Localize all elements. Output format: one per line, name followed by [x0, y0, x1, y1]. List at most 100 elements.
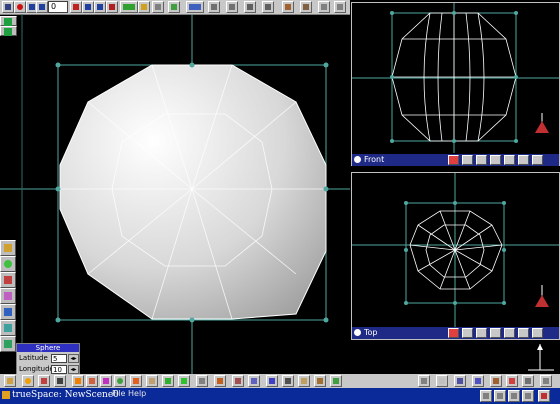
viewport-menu-icon[interactable] [354, 156, 361, 163]
cylinder-icon[interactable] [130, 375, 142, 387]
world-axes-icon [528, 344, 554, 371]
sphere-panel-title: Sphere [17, 344, 79, 352]
plant-icon[interactable] [330, 375, 342, 387]
view-zoom-icon[interactable] [490, 328, 501, 338]
close-window-icon[interactable] [538, 390, 550, 402]
bottom-toolbar [0, 374, 560, 388]
perspective-viewport[interactable] [0, 14, 350, 374]
texture-icon[interactable] [54, 375, 66, 387]
latitude-label: Latitude [19, 354, 48, 362]
record-icon[interactable] [14, 1, 26, 13]
top-viewport-title: Top [364, 328, 378, 337]
close-icon[interactable] [448, 155, 459, 165]
display-icon[interactable] [506, 375, 518, 387]
app-icon[interactable] [2, 391, 10, 399]
boolean-icon[interactable] [232, 375, 244, 387]
settings-icon[interactable] [522, 390, 534, 402]
cube-tool-icon[interactable] [0, 272, 16, 288]
longitude-field[interactable]: 10 [51, 365, 67, 374]
view-pan-icon[interactable] [504, 328, 515, 338]
shape-icon[interactable] [100, 375, 112, 387]
view-pan-icon[interactable] [504, 155, 515, 165]
minimize-icon[interactable] [480, 390, 492, 402]
next-frame-icon[interactable] [70, 1, 82, 13]
scale-icon[interactable] [244, 1, 256, 13]
deform-tool-icon[interactable] [248, 375, 260, 387]
cut-icon[interactable] [86, 375, 98, 387]
checker-icon[interactable] [266, 375, 278, 387]
sphere-tool-icon[interactable] [0, 256, 16, 272]
paint-palette-icon[interactable] [0, 304, 16, 320]
view-mode-icon[interactable] [518, 328, 529, 338]
text-tool-icon[interactable] [282, 375, 294, 387]
paint-icon[interactable] [138, 1, 150, 13]
animation-editor-icon[interactable] [106, 1, 118, 13]
rotate-icon[interactable] [226, 1, 238, 13]
viewport-menu-icon[interactable] [354, 329, 361, 336]
view-rotate-icon[interactable] [476, 328, 487, 338]
figure-icon[interactable] [298, 375, 310, 387]
view-mode-icon[interactable] [518, 155, 529, 165]
lathe-icon[interactable] [196, 375, 208, 387]
paint-brush-icon[interactable] [72, 375, 84, 387]
point-edit-icon[interactable] [38, 375, 50, 387]
object-tool-icon[interactable] [4, 375, 16, 387]
view-fit-icon[interactable] [532, 155, 543, 165]
latitude-field[interactable]: 5 [51, 354, 67, 363]
move-icon[interactable] [208, 1, 220, 13]
sphere-prim-icon[interactable] [22, 375, 34, 387]
primitives-palette-icon[interactable] [0, 240, 16, 256]
light-icon[interactable] [436, 375, 448, 387]
close-icon[interactable] [448, 328, 459, 338]
view-nav-icon[interactable] [462, 328, 473, 338]
materials-icon[interactable] [0, 288, 16, 304]
sphere-color-icon[interactable] [114, 375, 126, 387]
selection-icon[interactable] [168, 1, 180, 13]
render-scene-icon[interactable] [472, 375, 484, 387]
erase-icon[interactable] [318, 1, 330, 13]
metaball-icon[interactable] [314, 375, 326, 387]
front-viewport-title: Front [364, 155, 385, 164]
frame-number-field[interactable]: 0 [48, 1, 68, 13]
deform-icon[interactable] [262, 1, 274, 13]
render-icon[interactable] [186, 1, 204, 13]
play-icon[interactable] [82, 1, 94, 13]
animation-toolbar: 0 [0, 0, 350, 15]
grid-view-icon[interactable] [454, 375, 466, 387]
rewind-icon[interactable] [2, 1, 14, 13]
latitude-stepper[interactable]: ◂▸ [68, 354, 79, 363]
redo-icon[interactable] [300, 1, 312, 13]
torus-icon[interactable] [162, 375, 174, 387]
axes-icon [535, 113, 549, 133]
view-zoom-icon[interactable] [490, 155, 501, 165]
forward-icon[interactable] [94, 1, 106, 13]
front-viewport[interactable]: Front [351, 2, 560, 166]
magnet-icon[interactable] [152, 1, 164, 13]
front-viewport-titlebar: Front [352, 154, 559, 166]
menu-help[interactable]: Help [128, 388, 146, 400]
axes-icon [535, 285, 549, 307]
undo-icon[interactable] [282, 1, 294, 13]
taskbar: trueSpace: NewScene0 File Help [0, 388, 560, 404]
sweep-icon[interactable] [214, 375, 226, 387]
spline-icon[interactable] [178, 375, 190, 387]
menu-file[interactable]: File [112, 388, 125, 400]
perspective-icon[interactable] [522, 375, 534, 387]
camera-icon[interactable] [418, 375, 430, 387]
help-icon[interactable] [540, 375, 552, 387]
view-rotate-icon[interactable] [476, 155, 487, 165]
view-fit-icon[interactable] [532, 328, 543, 338]
app-title: trueSpace: NewScene0 [12, 390, 119, 400]
undo-scene-icon[interactable] [490, 375, 502, 387]
restore-icon[interactable] [508, 390, 520, 402]
lights-icon[interactable] [0, 320, 16, 336]
prev-frame-icon[interactable] [36, 1, 48, 13]
object-select-icon[interactable] [120, 1, 138, 13]
render-palette-icon[interactable] [0, 336, 16, 352]
view-icon[interactable] [334, 1, 346, 13]
longitude-stepper[interactable]: ◂▸ [68, 365, 79, 374]
view-nav-icon[interactable] [462, 155, 473, 165]
maximize-icon[interactable] [494, 390, 506, 402]
grid-icon[interactable] [146, 375, 158, 387]
top-viewport[interactable]: Top [351, 172, 560, 340]
